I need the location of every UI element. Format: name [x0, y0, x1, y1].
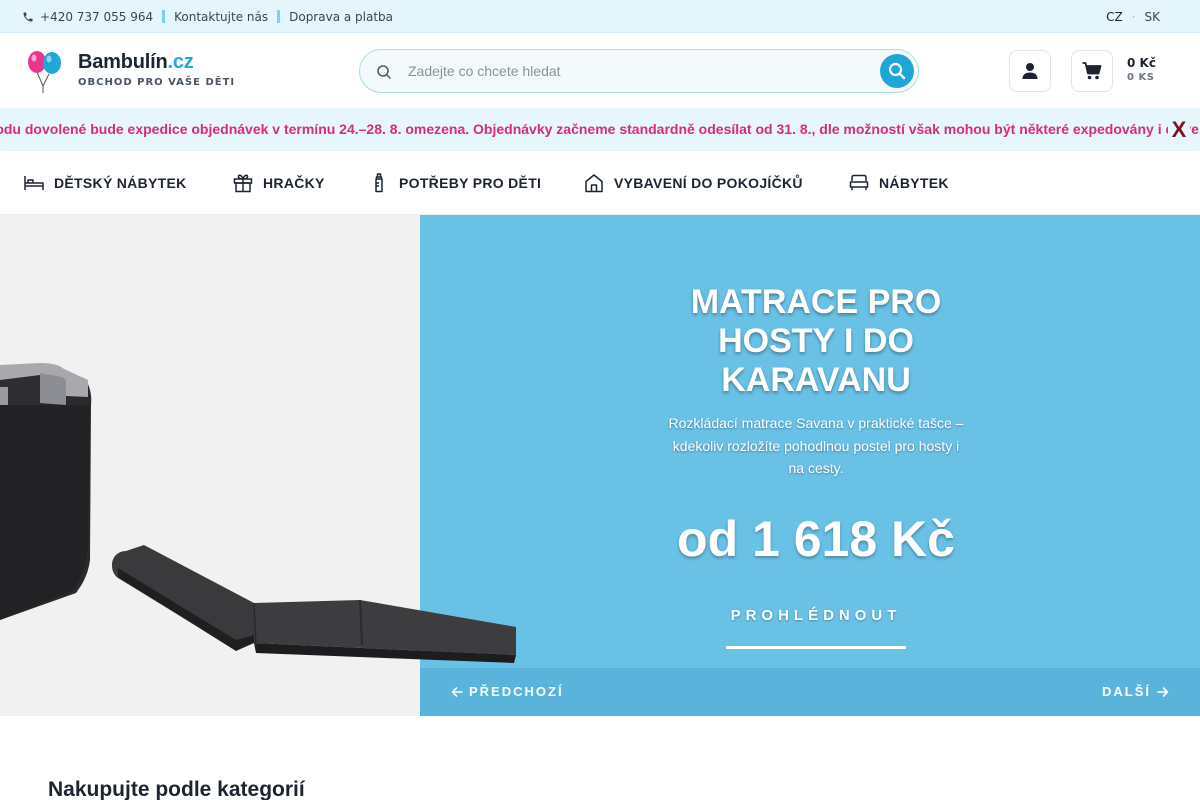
nav-item-detsky-nabytek[interactable]: DĚTSKÝ NÁBYTEK: [24, 151, 187, 215]
search-input[interactable]: [408, 58, 868, 84]
shipping-link[interactable]: Doprava a platba: [289, 10, 393, 24]
close-button[interactable]: X: [1168, 116, 1190, 144]
arrow-left-icon: [451, 686, 463, 697]
search-icon: [377, 65, 391, 79]
bed-icon: [24, 176, 44, 190]
arrow-right-icon: [1157, 686, 1169, 697]
announcement-bar: Z důvodu dovolené bude expedice objednáv…: [0, 108, 1200, 151]
phone-number[interactable]: +420 737 055 964: [40, 10, 153, 24]
nav-item-vybaveni-do-pokojicku[interactable]: VYBAVENÍ DO POKOJÍČKŮ: [584, 151, 803, 215]
view-button[interactable]: PROHLÉDNOUT: [726, 605, 906, 649]
nav-item-hracky[interactable]: HRAČKY: [233, 151, 325, 215]
nav-item-label: VYBAVENÍ DO POKOJÍČKŮ: [614, 175, 803, 191]
next-label: DALŠÍ: [1102, 684, 1151, 699]
divider: [277, 10, 281, 23]
hero-slider: MATRACE PRO HOSTY I DO KARAVANU Rozkláda…: [0, 215, 1200, 716]
announcement-text: Z důvodu dovolené bude expedice objednáv…: [0, 121, 1200, 137]
search-button[interactable]: [880, 54, 914, 88]
language-switcher: CZ · SK: [1106, 0, 1160, 33]
nav-item-label: DĚTSKÝ NÁBYTEK: [54, 175, 187, 191]
gift-icon: [233, 174, 253, 193]
cart-summary[interactable]: 0 Kč 0 KS: [1127, 56, 1156, 84]
hero-description: Rozkládací matrace Savana v praktické ta…: [668, 415, 964, 476]
contact-link[interactable]: Kontaktujte nás: [174, 10, 268, 24]
nav-item-potreby-pro-deti[interactable]: POTŘEBY PRO DĚTI: [369, 151, 541, 215]
previous-label: PŘEDCHOZÍ: [469, 684, 564, 699]
bottle-icon: [375, 173, 383, 193]
cart-button[interactable]: [1071, 50, 1113, 92]
logo-text: Bambulín.cz: [78, 51, 194, 73]
house-icon: [585, 174, 603, 193]
header: Bambulín.cz OBCHOD PRO VAŠE DĚTI 0 Kč 0 …: [0, 33, 1200, 108]
balloons-icon: [28, 51, 61, 93]
user-icon: [1022, 63, 1038, 79]
cart-count: 0 KS: [1127, 72, 1155, 83]
main-navigation: DĚTSKÝ NÁBYTEK HRAČKY POTŘEBY PRO DĚTI V…: [0, 151, 1200, 215]
cart-price: 0 Kč: [1127, 56, 1156, 70]
search-box: [359, 49, 919, 93]
phone-icon: [23, 12, 33, 21]
divider: ·: [1131, 9, 1136, 24]
mattress-image: [0, 363, 516, 663]
nav-item-nabytek[interactable]: NÁBYTEK: [849, 151, 949, 215]
divider: [162, 10, 166, 23]
nav-item-label: NÁBYTEK: [879, 175, 949, 191]
hero-title: MATRACE PRO HOSTY I DO KARAVANU: [690, 283, 942, 399]
top-bar-contacts: +420 737 055 964 Kontaktujte nás Doprava…: [22, 0, 393, 33]
next-slide-button[interactable]: DALŠÍ: [1102, 684, 1169, 699]
cart-icon: [1082, 62, 1102, 80]
logo[interactable]: Bambulín.cz OBCHOD PRO VAŠE DĚTI: [26, 50, 236, 94]
lang-cz[interactable]: CZ: [1106, 10, 1123, 24]
search-icon: [888, 62, 906, 80]
logo-tagline: OBCHOD PRO VAŠE DĚTI: [78, 77, 236, 88]
hero-price: od 1 618 Kč: [677, 511, 955, 567]
previous-slide-button[interactable]: PŘEDCHOZÍ: [451, 684, 564, 699]
nav-item-label: POTŘEBY PRO DĚTI: [399, 175, 542, 191]
nav-item-label: HRAČKY: [263, 175, 325, 191]
account-button[interactable]: [1009, 50, 1051, 92]
sofa-icon: [849, 174, 869, 190]
top-bar: +420 737 055 964 Kontaktujte nás Doprava…: [0, 0, 1200, 33]
lang-sk[interactable]: SK: [1145, 10, 1161, 24]
categories-heading: Nakupujte podle kategorií: [48, 778, 305, 800]
